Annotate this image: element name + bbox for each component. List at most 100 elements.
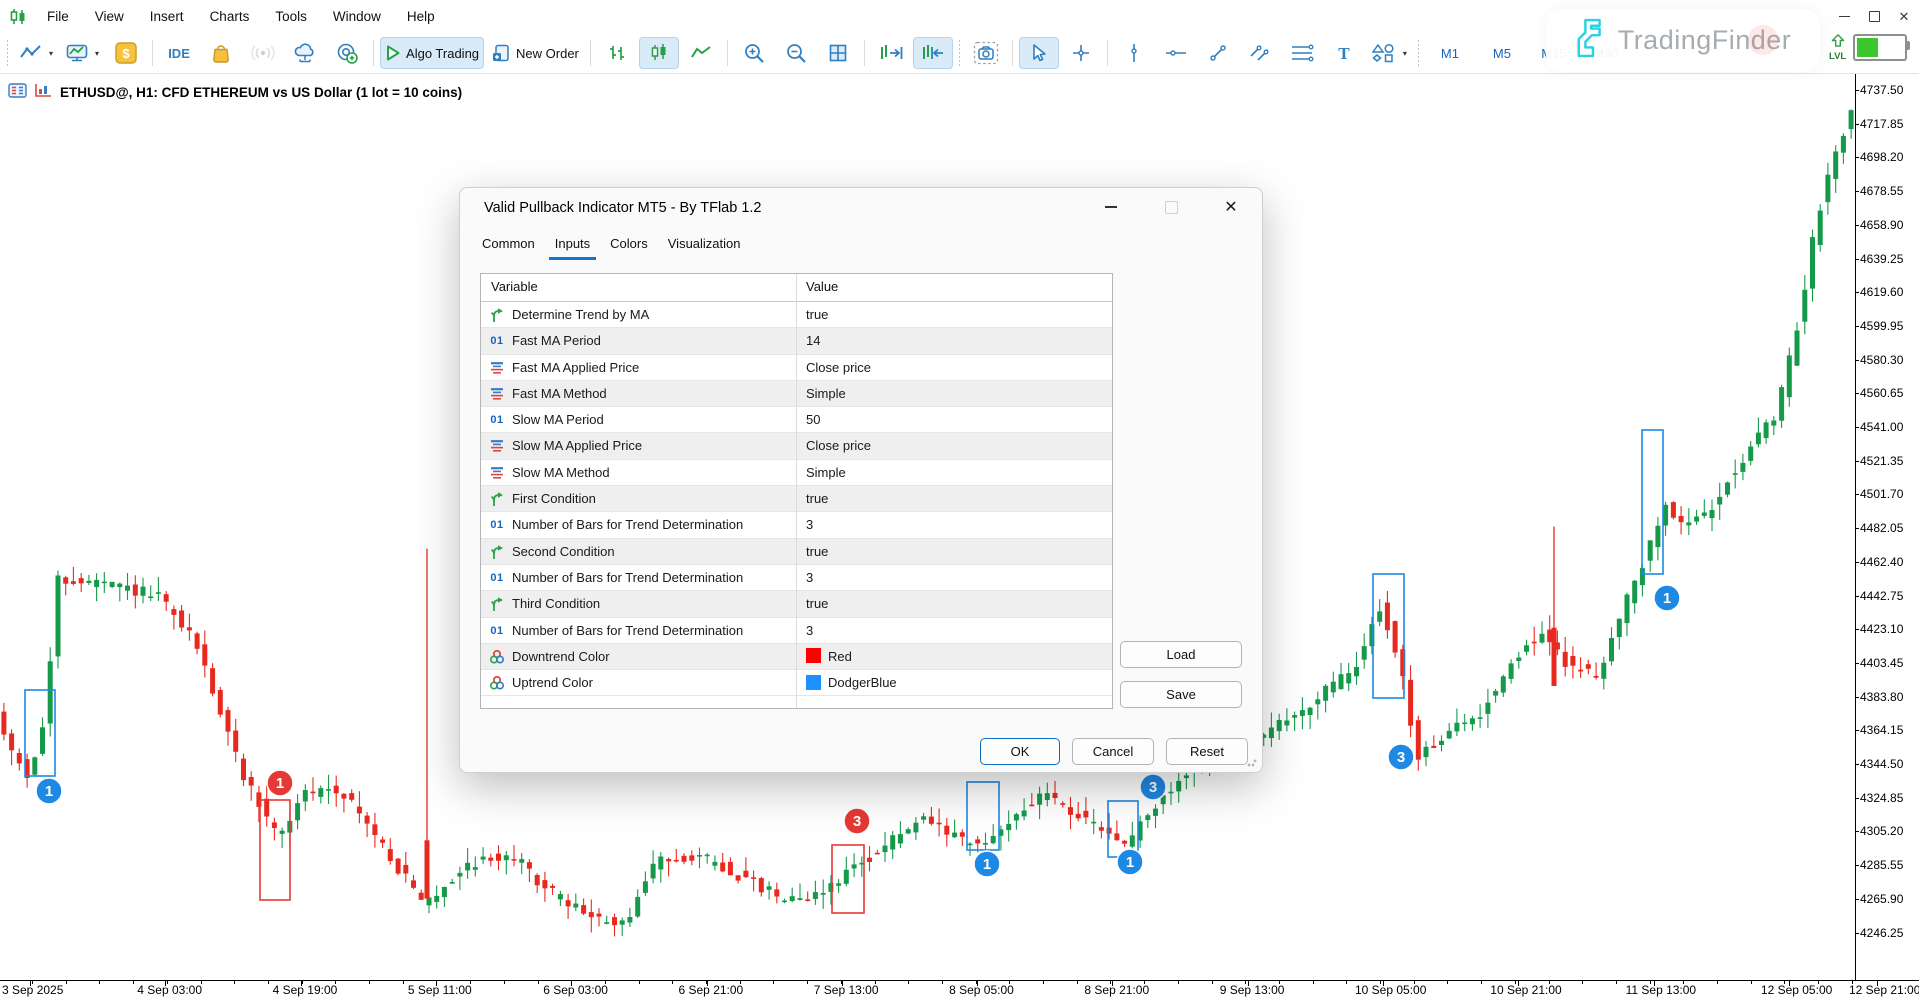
param-value[interactable]: 14 — [806, 333, 820, 348]
price-axis-label: 4423.10 — [1860, 621, 1903, 637]
metaeditor-button[interactable]: IDE — [159, 37, 199, 69]
crosshair-button[interactable] — [1061, 37, 1101, 69]
screenshot-button[interactable] — [966, 37, 1006, 69]
price-axis-label: 4482.05 — [1860, 520, 1903, 536]
quotes-icon[interactable] — [8, 83, 27, 103]
menu-item-window[interactable]: Window — [320, 0, 394, 33]
param-value[interactable]: true — [806, 307, 828, 322]
vertical-line-button[interactable] — [1114, 37, 1154, 69]
color-param-icon — [486, 648, 508, 666]
time-axis-label: 10 Sep 21:00 — [1490, 983, 1561, 997]
dialog-minimize-button[interactable] — [1096, 194, 1126, 220]
time-axis-tick — [1616, 981, 1617, 984]
chart-window-icon[interactable] — [34, 82, 53, 103]
param-value[interactable]: Close price — [806, 360, 871, 375]
tab-colors[interactable]: Colors — [604, 232, 654, 260]
text-button[interactable]: T — [1324, 37, 1364, 69]
timeframe-M5-button[interactable]: M5 — [1477, 37, 1527, 69]
auto-scroll-icon — [920, 43, 946, 63]
equidistant-channel-button[interactable] — [1240, 37, 1280, 69]
signals-button[interactable] — [243, 37, 283, 69]
shift-end-button[interactable] — [871, 37, 911, 69]
community-button[interactable] — [327, 37, 367, 69]
column-divider — [796, 274, 797, 708]
time-axis-tick — [1447, 981, 1448, 984]
horizontal-line-button[interactable] — [1156, 37, 1196, 69]
tab-inputs[interactable]: Inputs — [549, 232, 596, 260]
timeframe-M1-button[interactable]: M1 — [1425, 37, 1475, 69]
color-param-icon — [486, 674, 508, 692]
menu-item-insert[interactable]: Insert — [137, 0, 197, 33]
menu-item-file[interactable]: File — [34, 0, 82, 33]
bool-param-icon — [486, 543, 508, 561]
level-up-icon — [1830, 34, 1846, 51]
indicators-icon — [65, 43, 89, 63]
param-value[interactable]: true — [806, 544, 828, 559]
menu-item-view[interactable]: View — [82, 0, 137, 33]
param-value[interactable]: true — [806, 491, 828, 506]
time-axis[interactable]: 3 Sep 20254 Sep 03:004 Sep 19:005 Sep 11… — [0, 980, 1919, 997]
param-value[interactable]: 3 — [806, 517, 813, 532]
algo-trading-button[interactable]: Algo Trading — [380, 37, 484, 69]
price-axis[interactable]: 4737.504717.854698.204678.554658.904639.… — [1855, 73, 1919, 980]
tab-common[interactable]: Common — [476, 232, 541, 260]
ok-button[interactable]: OK — [980, 738, 1060, 765]
chart-mode-dropdown[interactable]: ▾ — [14, 37, 58, 69]
param-name: Third Condition — [512, 596, 600, 611]
tab-visualization[interactable]: Visualization — [662, 232, 747, 260]
zoom-in-button[interactable] — [734, 37, 774, 69]
menu-item-tools[interactable]: Tools — [262, 0, 320, 33]
cursor-button[interactable] — [1019, 37, 1059, 69]
line-chart-button[interactable] — [681, 37, 721, 69]
param-value[interactable]: 3 — [806, 570, 813, 585]
algo-trading-icon — [385, 44, 401, 62]
load-button[interactable]: Load — [1120, 641, 1242, 668]
price-axis-label: 4285.55 — [1860, 857, 1903, 873]
dialog-close-button[interactable]: ✕ — [1216, 194, 1246, 220]
toolbar-button-label: New Order — [516, 46, 579, 61]
param-name: Number of Bars for Trend Determination — [512, 517, 743, 532]
tradingfinder-watermark: TradingFinder — [1546, 9, 1820, 72]
cloud-button[interactable] — [285, 37, 325, 69]
minimize-button[interactable] — [1831, 4, 1857, 30]
toolbar-separator — [7, 40, 8, 66]
market-button[interactable] — [201, 37, 241, 69]
trendline-button[interactable] — [1198, 37, 1238, 69]
param-value[interactable]: Close price — [806, 438, 871, 453]
param-value[interactable]: true — [806, 596, 828, 611]
restore-button[interactable] — [1861, 4, 1887, 30]
param-name: Slow MA Period — [512, 412, 604, 427]
time-axis-tick — [1717, 981, 1718, 984]
menu-item-charts[interactable]: Charts — [197, 0, 263, 33]
param-value[interactable]: Red — [806, 649, 852, 664]
fibonacci-button[interactable] — [1282, 37, 1322, 69]
svg-text:1: 1 — [983, 856, 991, 873]
reset-button[interactable]: Reset — [1166, 738, 1248, 765]
param-value[interactable]: Simple — [806, 465, 846, 480]
param-value[interactable]: DodgerBlue — [806, 675, 897, 690]
param-name: Second Condition — [512, 544, 615, 559]
new-order-button[interactable]: New Order — [486, 37, 584, 69]
indicators-dropdown[interactable]: ▾ — [60, 37, 104, 69]
resize-grip[interactable] — [1247, 757, 1257, 767]
dialog-maximize-button[interactable] — [1156, 194, 1186, 220]
param-value[interactable]: 50 — [806, 412, 820, 427]
indicator-settings-dialog: Valid Pullback Indicator MT5 - By TFlab … — [459, 187, 1263, 773]
tile-windows-button[interactable] — [818, 37, 858, 69]
candlestick-chart-button[interactable] — [639, 37, 679, 69]
param-value[interactable]: Simple — [806, 386, 846, 401]
time-axis-label: 9 Sep 13:00 — [1220, 983, 1285, 997]
shapes-dropdown[interactable]: ▾ — [1366, 37, 1412, 69]
save-button[interactable]: Save — [1120, 681, 1242, 708]
time-axis-label: 6 Sep 21:00 — [679, 983, 744, 997]
bar-chart-button[interactable] — [597, 37, 637, 69]
zoom-out-button[interactable] — [776, 37, 816, 69]
cancel-button[interactable]: Cancel — [1072, 738, 1154, 765]
auto-scroll-button[interactable] — [913, 37, 953, 69]
market-watch-button[interactable]: $ — [106, 37, 146, 69]
text-icon: T — [1338, 45, 1349, 62]
close-button[interactable]: ✕ — [1891, 4, 1917, 30]
param-value[interactable]: 3 — [806, 623, 813, 638]
price-axis-label: 4737.50 — [1860, 82, 1903, 98]
menu-item-help[interactable]: Help — [394, 0, 448, 33]
